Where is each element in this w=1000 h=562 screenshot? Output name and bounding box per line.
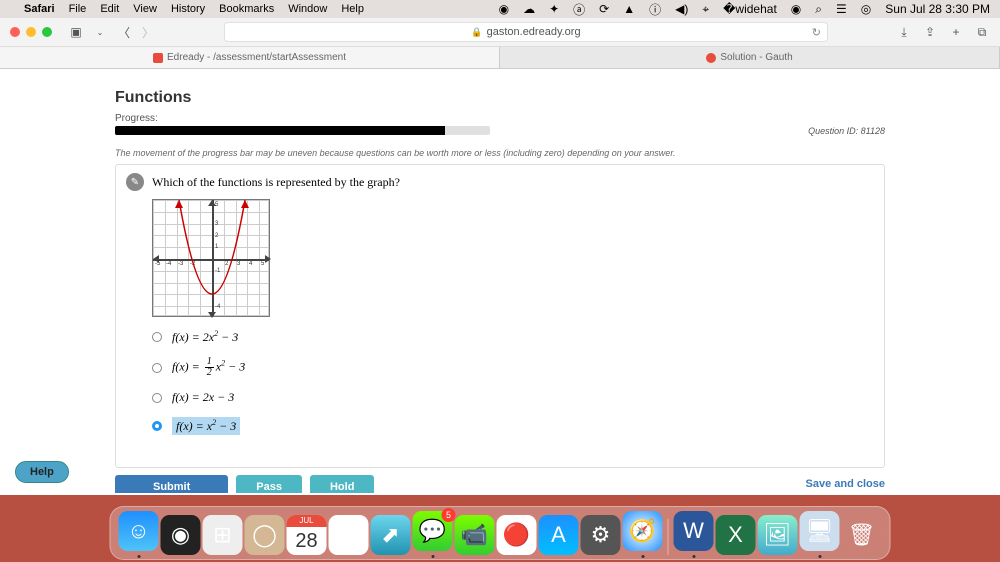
back-button[interactable]: 〈 — [116, 24, 132, 40]
progress-note: The movement of the progress bar may be … — [115, 148, 885, 158]
dock-appstore-icon[interactable]: A — [539, 515, 579, 555]
page-content: Functions Progress: Question ID: 81128 T… — [0, 69, 1000, 495]
option-d[interactable]: f(x) = x2 − 3 — [152, 417, 874, 435]
url-text: gaston.edready.org — [487, 26, 581, 38]
menu-window[interactable]: Window — [288, 3, 327, 15]
status-info-icon[interactable]: ⓘ — [649, 1, 661, 18]
option-b-text: f(x) = 12x2 − 3 — [172, 357, 245, 378]
dock-trash-icon[interactable]: 🗑 — [842, 515, 882, 555]
submit-button[interactable]: Submit — [115, 475, 228, 493]
tab-label: Edready - /assessment/startAssessment — [167, 52, 346, 63]
dock-maps-icon[interactable]: ⬈ — [371, 515, 411, 555]
share-icon[interactable]: ⇪ — [922, 24, 938, 40]
window-minimize-button[interactable] — [26, 27, 36, 37]
status-record-icon[interactable]: ◉ — [499, 2, 509, 16]
browser-window: ▣ ⌄ 〈 〉 G 🔒 gaston.edready.org ↻ ⤓ ⇪ + ⧉… — [0, 18, 1000, 495]
radio-d[interactable] — [152, 421, 162, 431]
sidebar-toggle-icon[interactable]: ▣ — [68, 24, 84, 40]
answer-options: f(x) = 2x2 − 3 f(x) = 12x2 − 3 f(x) = 2x… — [152, 329, 874, 435]
favicon-gauth — [706, 53, 716, 63]
page-title: Functions — [115, 89, 885, 107]
lock-icon: 🔒 — [471, 27, 482, 38]
menu-view[interactable]: View — [133, 3, 157, 15]
browser-toolbar: ▣ ⌄ 〈 〉 G 🔒 gaston.edready.org ↻ ⤓ ⇪ + ⧉ — [0, 18, 1000, 47]
pass-button[interactable]: Pass — [236, 475, 302, 493]
status-cloud-icon[interactable]: ☁ — [523, 2, 535, 16]
help-button[interactable]: Help — [15, 461, 69, 483]
status-bluetooth-icon[interactable]: ⌖ — [702, 2, 709, 17]
save-and-close-link[interactable]: Save and close — [806, 478, 886, 490]
option-a[interactable]: f(x) = 2x2 − 3 — [152, 329, 874, 345]
option-d-text: f(x) = x2 − 3 — [172, 417, 240, 435]
question-card: ✎ Which of the functions is represented … — [115, 164, 885, 468]
status-volume-icon[interactable]: ◀) — [675, 2, 688, 16]
window-zoom-button[interactable] — [42, 27, 52, 37]
dock: ☺ ◉ ⊞ ◯ JUL 28 ✿ ⬈ 💬 5 📹 🔴 A ⚙ 🧭 W X 🖼 🖥… — [110, 506, 891, 560]
edit-icon: ✎ — [126, 173, 144, 191]
menu-file[interactable]: File — [69, 3, 87, 15]
dock-siri-icon[interactable]: ◉ — [161, 515, 201, 555]
radio-a[interactable] — [152, 332, 162, 342]
dock-screenshot-icon[interactable]: 🖥 — [800, 511, 840, 551]
menu-edit[interactable]: Edit — [100, 3, 119, 15]
question-text: Which of the functions is represented by… — [152, 175, 400, 190]
menu-history[interactable]: History — [171, 3, 205, 15]
dock-excel-icon[interactable]: X — [716, 515, 756, 555]
tab-bar: Edready - /assessment/startAssessment So… — [0, 47, 1000, 69]
chevron-down-icon[interactable]: ⌄ — [92, 24, 108, 40]
menubar: Safari File Edit View History Bookmarks … — [0, 0, 1000, 18]
dock-word-icon[interactable]: W — [674, 511, 714, 551]
progress-bar — [115, 126, 490, 135]
status-battery-icon[interactable]: ◉ — [791, 2, 801, 16]
action-bar: Submit Pass Hold Save and close — [115, 473, 885, 495]
menu-bookmarks[interactable]: Bookmarks — [219, 3, 274, 15]
status-scribble-icon[interactable]: ⓐ — [573, 1, 585, 18]
option-c-text: f(x) = 2x − 3 — [172, 390, 234, 405]
dock-preview-icon[interactable]: 🖼 — [758, 515, 798, 555]
radio-c[interactable] — [152, 393, 162, 403]
question-id: Question ID: 81128 — [808, 126, 885, 136]
dock-settings-icon[interactable]: ⚙ — [581, 515, 621, 555]
status-wifi-icon[interactable]: �widehat — [723, 2, 777, 16]
messages-badge: 5 — [442, 508, 456, 522]
window-close-button[interactable] — [10, 27, 20, 37]
radio-b[interactable] — [152, 363, 162, 373]
app-name[interactable]: Safari — [24, 3, 55, 15]
favicon-edready — [153, 53, 163, 63]
new-tab-icon[interactable]: + — [948, 24, 964, 40]
tabs-overview-icon[interactable]: ⧉ — [974, 24, 990, 40]
option-a-text: f(x) = 2x2 − 3 — [172, 329, 238, 345]
status-sync-icon[interactable]: ⟳ — [599, 2, 609, 16]
tab-edready[interactable]: Edready - /assessment/startAssessment — [0, 47, 500, 68]
dock-contacts-icon[interactable]: ◯ — [245, 515, 285, 555]
status-eject-icon[interactable]: ▲ — [623, 2, 635, 16]
question-graph: // generated statically below via inline… — [152, 199, 270, 317]
url-bar[interactable]: 🔒 gaston.edready.org ↻ — [224, 22, 828, 42]
menu-help[interactable]: Help — [341, 3, 364, 15]
option-b[interactable]: f(x) = 12x2 − 3 — [152, 357, 874, 378]
status-puzzle-icon[interactable]: ✦ — [549, 2, 559, 16]
tab-gauth[interactable]: Solution - Gauth — [500, 47, 1000, 68]
reload-icon[interactable]: ↻ — [812, 26, 821, 39]
dock-launchpad-icon[interactable]: ⊞ — [203, 515, 243, 555]
dock-finder-icon[interactable]: ☺ — [119, 511, 159, 551]
dock-safari-icon[interactable]: 🧭 — [623, 511, 663, 551]
forward-button[interactable]: 〉 — [140, 24, 156, 40]
calendar-day: 28 — [295, 527, 317, 555]
dock-photos-icon[interactable]: ✿ — [329, 515, 369, 555]
hold-button[interactable]: Hold — [310, 475, 374, 493]
download-icon[interactable]: ⤓ — [896, 24, 912, 40]
calendar-month: JUL — [287, 515, 327, 527]
option-c[interactable]: f(x) = 2x − 3 — [152, 390, 874, 405]
status-siri-icon[interactable]: ◎ — [861, 2, 871, 16]
dock-calendar-icon[interactable]: JUL 28 — [287, 515, 327, 555]
dock-facetime-icon[interactable]: 📹 — [455, 515, 495, 555]
tab-label: Solution - Gauth — [720, 52, 792, 63]
status-control-icon[interactable]: ☰ — [836, 2, 847, 16]
dock-separator — [668, 519, 669, 555]
progress-label: Progress: — [115, 113, 885, 124]
menubar-clock[interactable]: Sun Jul 28 3:30 PM — [885, 2, 990, 16]
dock-gamecenter-icon[interactable]: 🔴 — [497, 515, 537, 555]
status-search-icon[interactable]: ⌕ — [815, 2, 822, 17]
